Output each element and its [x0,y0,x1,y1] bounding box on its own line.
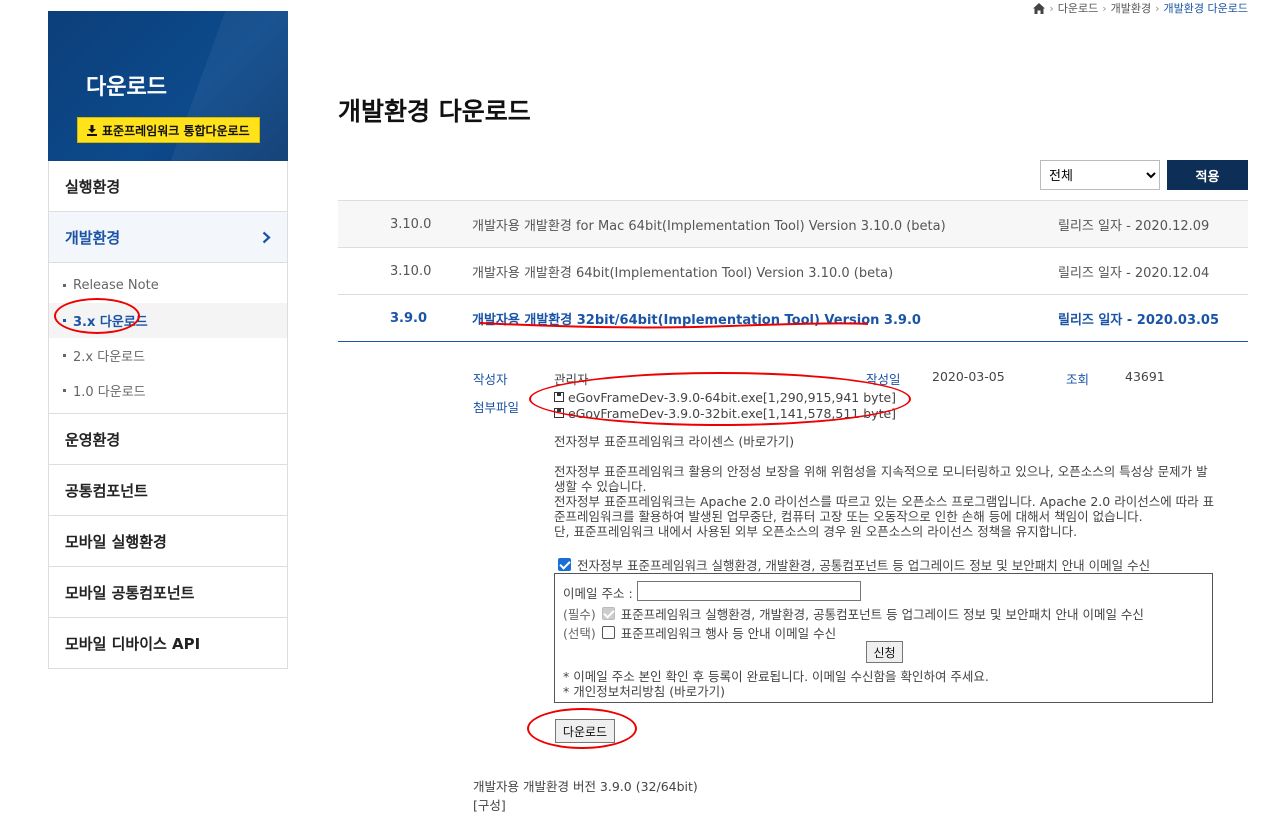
sidebar-menu: 실행환경 개발환경 Release Note 3.x 다운로드 2.x 다운로드… [48,161,288,669]
sidebar-sub-label: 3.x 다운로드 [73,315,148,330]
chevron-right-icon: › [1102,1,1107,15]
apply-button[interactable]: 적용 [1167,160,1248,190]
row-date: 릴리즈 일자 - 2020.12.04 [1058,265,1210,281]
sidebar-header: 다운로드 표준프레임워크 통합다운로드 [48,11,288,161]
file-item[interactable]: eGovFrameDev-3.9.0-64bit.exe[1,290,915,9… [554,389,896,405]
sidebar-item-mobile-runtime[interactable]: 모바일 실행환경 [49,516,287,567]
sidebar-item-ops[interactable]: 운영환경 [49,414,287,465]
integrated-download-button[interactable]: 표준프레임워크 통합다운로드 [77,117,260,143]
sidebar-sub-label: Release Note [73,278,159,293]
file-name[interactable]: eGovFrameDev-3.9.0-32bit.exe[1,141,578,5… [568,406,896,421]
row-title[interactable]: 개발자용 개발환경 64bit(Implementation Tool) Ver… [472,262,1048,281]
sidebar: 다운로드 표준프레임워크 통합다운로드 실행환경 개발환경 Release No… [48,11,288,669]
sidebar-sub-release-note[interactable]: Release Note [49,268,287,303]
save-file-icon [554,408,564,418]
notice-paragraph-2: 전자정부 표준프레임워크는 Apache 2.0 라이선스를 따르고 있는 오픈… [554,494,1215,524]
sidebar-sub-3x[interactable]: 3.x 다운로드 [49,303,287,338]
download-button[interactable]: 다운로드 [555,719,615,743]
sidebar-sub-2x[interactable]: 2.x 다운로드 [49,338,287,373]
required-text: 표준프레임워크 실행환경, 개발환경, 공통컴포넌트 등 업그레이드 정보 및 … [620,607,1144,622]
breadcrumb-item[interactable]: 다운로드 [1058,0,1098,16]
footer-version-text: 개발자용 개발환경 버전 3.9.0 (32/64bit) [473,779,698,794]
optional-checkbox[interactable] [601,626,615,639]
row-title[interactable]: 개발자용 개발환경 for Mac 64bit(Implementation T… [472,215,1048,234]
notice-paragraph-3: 단, 표준프레임워크 내에서 사용된 외부 오픈소스의 경우 원 오픈소스의 라… [554,524,1078,539]
subscribe-row: 전자정부 표준프레임워크 실행환경, 개발환경, 공통컴포넌트 등 업그레이드 … [558,555,1150,574]
download-icon [87,124,97,136]
email-apply-button[interactable]: 신청 [866,641,903,663]
file-item[interactable]: eGovFrameDev-3.9.0-32bit.exe[1,141,578,5… [554,405,896,421]
sidebar-submenu: Release Note 3.x 다운로드 2.x 다운로드 1.0 다운로드 [49,263,287,414]
table-row[interactable]: 3.10.0 개발자용 개발환경 64bit(Implementation To… [338,247,1248,294]
annotation-underline [479,322,869,329]
email-form: 이메일 주소 : (필수) 표준프레임워크 실행환경, 개발환경, 공통컴포넌트… [554,573,1213,703]
row-date: 릴리즈 일자 - 2020.03.05 [1058,312,1220,328]
home-icon[interactable] [1033,2,1046,14]
notice-paragraph-1: 전자정부 표준프레임워크 활용의 안정성 보장을 위해 위험성을 지속적으로 모… [554,464,1208,494]
breadcrumb-current: 개발환경 다운로드 [1163,2,1248,15]
row-version: 3.9.0 [390,310,428,326]
sidebar-sub-label: 1.0 다운로드 [73,385,146,400]
file-list: eGovFrameDev-3.9.0-64bit.exe[1,290,915,9… [554,389,896,421]
sidebar-item-runtime[interactable]: 실행환경 [49,161,287,212]
row-date: 릴리즈 일자 - 2020.12.09 [1058,218,1210,234]
save-file-icon [554,392,564,402]
filter-select[interactable]: 전체 [1040,160,1160,190]
license-link[interactable]: 전자정부 표준프레임워크 라이센스 (바로가기) [554,434,1216,449]
row-version: 3.10.0 [390,216,432,232]
date-label: 작성일 [866,372,901,387]
sidebar-title: 다운로드 [86,75,167,100]
required-tag: (필수) [563,607,596,622]
chevron-right-icon: › [1155,1,1160,15]
subscribe-checkbox[interactable] [558,558,571,571]
sidebar-item-devenv[interactable]: 개발환경 [49,212,287,263]
breadcrumb: › 다운로드 › 개발환경 › 개발환경 다운로드 [1033,0,1248,16]
optional-text: 표준프레임워크 행사 등 안내 이메일 수신 [620,626,837,641]
sidebar-item-mobile-device[interactable]: 모바일 디바이스 API [49,618,287,669]
subscribe-label: 전자정부 표준프레임워크 실행환경, 개발환경, 공통컴포넌트 등 업그레이드 … [577,558,1151,573]
privacy-policy-link[interactable]: * 개인정보처리방침 (바로가기) [563,681,725,700]
required-checkbox [601,607,615,620]
footer-composition-text: [구성] [473,798,506,813]
breadcrumb-item[interactable]: 개발환경 [1111,0,1151,16]
author-label: 작성자 [473,372,508,387]
sidebar-item-mobile-common[interactable]: 모바일 공통컴포넌트 [49,567,287,618]
sidebar-item-common[interactable]: 공통컴포넌트 [49,465,287,516]
required-row: (필수) 표준프레임워크 실행환경, 개발환경, 공통컴포넌트 등 업그레이드 … [563,604,1144,623]
views-value: 43691 [1125,369,1165,384]
chevron-right-icon [262,231,271,243]
author-value: 관리자 [554,372,589,387]
date-value: 2020-03-05 [932,369,1005,384]
optional-tag: (선택) [563,626,596,641]
attach-label: 첨부파일 [473,400,520,415]
email-label: 이메일 주소 : [563,586,633,601]
sidebar-sub-label: 2.x 다운로드 [73,350,146,365]
row-version: 3.10.0 [390,263,432,279]
email-input[interactable] [637,581,861,601]
integrated-download-label: 표준프레임워크 통합다운로드 [102,123,250,138]
sidebar-item-label: 개발환경 [65,228,121,247]
chevron-right-icon: › [1049,1,1054,15]
file-name[interactable]: eGovFrameDev-3.9.0-64bit.exe[1,290,915,9… [568,390,896,405]
optional-row: (선택) 표준프레임워크 행사 등 안내 이메일 수신 [563,623,836,642]
table-row[interactable]: 3.10.0 개발자용 개발환경 for Mac 64bit(Implement… [338,200,1248,247]
views-label: 조회 [1066,372,1090,387]
sidebar-sub-1x[interactable]: 1.0 다운로드 [49,373,287,408]
page-title: 개발환경 다운로드 [338,97,531,126]
